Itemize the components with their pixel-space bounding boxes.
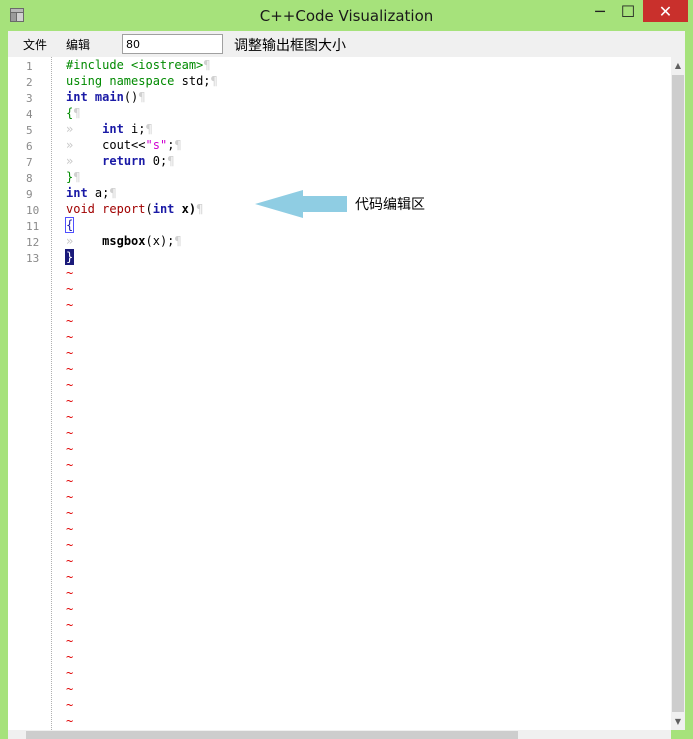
arrow-left-icon [255,190,347,218]
line-number: 6 [26,140,33,153]
tilde-marker: ~ [66,666,74,680]
line-number: 4 [26,108,33,121]
line-number: 12 [26,236,40,249]
tilde-marker: ~ [66,506,74,520]
close-button[interactable]: ✕ [643,0,688,22]
tilde-marker: ~ [66,650,74,664]
minimize-button[interactable]: ─ [586,0,614,22]
code-line: » cout<<"s";¶ [66,138,182,152]
code-line: #include <iostream>¶ [66,58,211,72]
code-line: } [64,249,75,265]
tilde-marker: ~ [66,634,74,648]
tilde-marker: ~ [66,394,74,408]
tilde-marker: ~ [66,378,74,392]
tilde-marker: ~ [66,426,74,440]
tilde-marker: ~ [66,330,74,344]
tilde-marker: ~ [66,474,74,488]
scroll-down-icon[interactable]: ▼ [671,713,685,730]
code-line: { [64,217,75,233]
code-line: » int i;¶ [66,122,153,136]
annotation-arrow [255,190,347,218]
vertical-scrollbar[interactable]: ▲ ▼ [671,57,685,730]
line-number: 9 [26,188,33,201]
minimize-icon: ─ [595,1,605,21]
code-editor-annotation: 代码编辑区 [355,197,425,213]
output-size-input[interactable] [122,34,223,54]
tilde-marker: ~ [66,698,74,712]
tilde-marker: ~ [66,362,74,376]
tilde-marker: ~ [66,282,74,296]
line-number: 13 [26,252,40,265]
line-number: 8 [26,172,33,185]
code-line: int a;¶ [66,186,117,200]
line-number: 7 [26,156,33,169]
line-number: 2 [26,76,33,89]
horizontal-scrollbar[interactable] [8,730,671,739]
tilde-marker: ~ [66,538,74,552]
line-number: 11 [26,220,40,233]
tilde-marker: ~ [66,490,74,504]
code-line: int main()¶ [66,90,146,104]
tilde-marker: ~ [66,586,74,600]
tilde-marker: ~ [66,522,74,536]
code-line: {¶ [66,106,81,120]
tilde-marker: ~ [66,314,74,328]
tilde-marker: ~ [66,618,74,632]
tilde-marker: ~ [66,682,74,696]
app-window: C++Code Visualization ─ ☐ ✕ 文件 编辑 调整输出框图… [0,0,693,739]
matched-brace: { [64,217,75,233]
code-line: }¶ [66,170,81,184]
tilde-marker: ~ [66,602,74,616]
text-cursor: } [64,249,75,265]
tilde-marker: ~ [66,298,74,312]
close-icon: ✕ [658,1,673,21]
menu-edit[interactable]: 编辑 [66,36,90,53]
line-number: 5 [26,124,33,137]
code-line: » return 0;¶ [66,154,175,168]
menu-bar: 文件 编辑 调整输出框图大小 [8,31,685,57]
code-line: void report(int x)¶ [66,202,204,216]
maximize-icon: ☐ [620,1,636,21]
tilde-marker: ~ [66,410,74,424]
line-number: 3 [26,92,33,105]
code-editor[interactable]: 1 2 3 4 5 6 7 8 9 10 11 12 13 #include <… [8,57,671,730]
line-number-gutter: 1 2 3 4 5 6 7 8 9 10 11 12 13 [8,57,52,730]
tilde-marker: ~ [66,458,74,472]
tilde-marker: ~ [66,442,74,456]
line-number: 1 [26,60,33,73]
menu-file[interactable]: 文件 [23,36,47,53]
vertical-scroll-thumb[interactable] [672,75,684,712]
code-line: using namespace std;¶ [66,74,218,88]
scroll-up-icon[interactable]: ▲ [671,57,685,74]
tilde-marker: ~ [66,346,74,360]
tilde-marker: ~ [66,266,74,280]
line-number: 10 [26,204,40,217]
maximize-button[interactable]: ☐ [614,0,642,22]
output-size-label: 调整输出框图大小 [234,38,346,54]
title-bar: C++Code Visualization ─ ☐ ✕ [0,0,693,31]
code-line: » msgbox(x);¶ [66,234,182,248]
tilde-marker: ~ [66,570,74,584]
tilde-marker: ~ [66,554,74,568]
tilde-marker: ~ [66,714,74,728]
horizontal-scroll-thumb[interactable] [26,731,518,739]
